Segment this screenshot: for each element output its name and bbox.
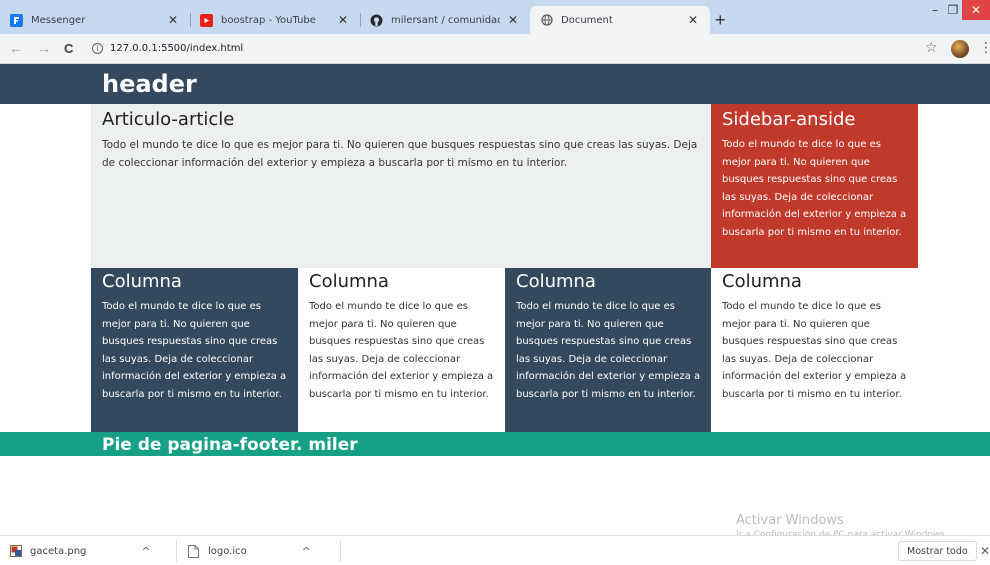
page-footer: Pie de pagina-footer. miler (0, 432, 990, 456)
sidebar-text: Todo el mundo te dice lo que es mejor pa… (722, 139, 907, 238)
tab-title: Document (561, 14, 613, 26)
article-section: Articulo-article Todo el mundo te dice l… (91, 104, 711, 268)
tab-title: Messenger (31, 14, 86, 26)
tab-title: boostrap - YouTube (221, 14, 316, 26)
tab-document[interactable]: Document ✕ (530, 6, 710, 34)
chevron-up-icon[interactable]: ^ (141, 545, 150, 558)
reload-icon[interactable]: C (64, 41, 73, 56)
download-filename: gaceta.png (30, 545, 87, 557)
tab-youtube[interactable]: boostrap - YouTube ✕ (190, 6, 360, 34)
download-item-gaceta[interactable]: gaceta.png ^ (10, 536, 151, 565)
article-title: Articulo-article (102, 109, 235, 130)
column-4: Columna Todo el mundo te dice lo que es … (711, 268, 918, 432)
column-text: Todo el mundo te dice lo que es mejor pa… (102, 301, 287, 400)
tab-title: milersant / comunidad1 (391, 14, 500, 26)
info-icon[interactable]: i (92, 43, 103, 54)
sidebar-title: Sidebar-anside (722, 109, 856, 130)
footer-text: Pie de pagina-footer. miler (102, 435, 358, 455)
avatar[interactable] (951, 40, 969, 58)
tab-messenger[interactable]: Messenger ✕ (0, 6, 190, 34)
download-divider (340, 540, 341, 562)
column-text: Todo el mundo te dice lo que es mejor pa… (516, 301, 701, 400)
file-icon (188, 545, 200, 558)
messenger-icon (10, 13, 23, 27)
download-bar: gaceta.png ^ logo.ico ^ Mostrar todo ✕ (0, 535, 990, 565)
page-header-title: header (102, 70, 197, 98)
menu-icon[interactable]: ⋮ (979, 40, 990, 56)
download-filename: logo.ico (208, 545, 247, 557)
github-icon (370, 14, 383, 27)
close-download-bar-icon[interactable]: ✕ (980, 544, 990, 558)
column-text: Todo el mundo te dice lo que es mejor pa… (722, 301, 907, 400)
column-title: Columna (309, 271, 389, 292)
column-text: Todo el mundo te dice lo que es mejor pa… (309, 301, 494, 400)
forward-icon[interactable]: → (37, 40, 51, 56)
minimize-icon[interactable]: – (926, 0, 944, 20)
globe-icon (540, 14, 553, 27)
column-2: Columna Todo el mundo te dice lo que es … (298, 268, 505, 432)
back-icon[interactable]: ← (9, 40, 23, 56)
page-header: header (0, 64, 990, 104)
new-tab-button[interactable]: + (715, 10, 726, 31)
show-all-button[interactable]: Mostrar todo (898, 541, 977, 561)
watermark-title: Activar Windows (736, 513, 844, 528)
address-bar: ← → C i 127.0.0.1:5500/index.html ☆ ⋮ (0, 34, 990, 64)
column-title: Columna (516, 271, 596, 292)
column-title: Columna (722, 271, 802, 292)
url-field[interactable]: 127.0.0.1:5500/index.html (110, 43, 243, 54)
close-tab-icon[interactable]: ✕ (166, 13, 180, 27)
close-tab-icon[interactable]: ✕ (506, 13, 520, 27)
close-tab-icon[interactable]: ✕ (336, 13, 350, 27)
chevron-up-icon[interactable]: ^ (302, 545, 311, 558)
download-item-logo[interactable]: logo.ico ^ (188, 536, 311, 565)
restore-icon[interactable]: ❐ (944, 0, 962, 20)
youtube-icon (200, 13, 213, 27)
close-tab-icon[interactable]: ✕ (686, 13, 700, 27)
star-icon[interactable]: ☆ (925, 40, 938, 56)
sidebar-section: Sidebar-anside Todo el mundo te dice lo … (711, 104, 918, 268)
column-title: Columna (102, 271, 182, 292)
column-3: Columna Todo el mundo te dice lo que es … (505, 268, 712, 432)
article-text: Todo el mundo te dice lo que es mejor pa… (102, 139, 698, 169)
tab-github[interactable]: milersant / comunidad1 ✕ (360, 6, 530, 34)
tab-strip: Messenger ✕ boostrap - YouTube ✕ milersa… (0, 0, 990, 34)
download-divider (176, 540, 177, 562)
column-1: Columna Todo el mundo te dice lo que es … (91, 268, 298, 432)
close-window-icon[interactable]: ✕ (962, 0, 990, 20)
image-file-icon (10, 545, 22, 557)
